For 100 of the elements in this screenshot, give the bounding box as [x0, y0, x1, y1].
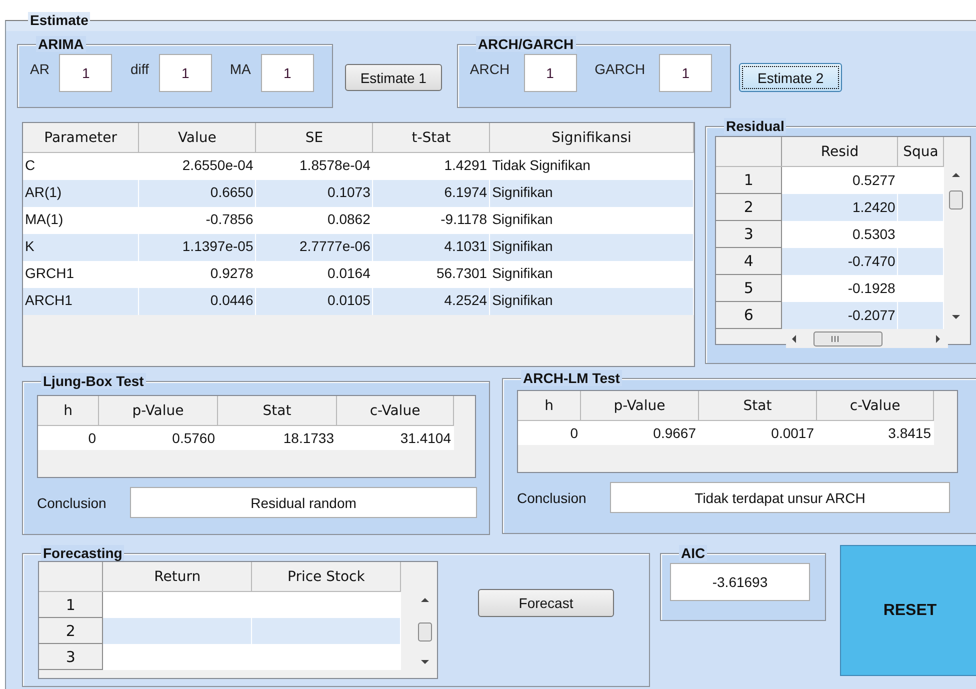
row-header[interactable]: 6 — [716, 302, 782, 328]
column-header[interactable]: h — [518, 391, 580, 420]
column-header[interactable]: h — [38, 396, 98, 426]
table-cell: 31.4104 — [336, 426, 454, 450]
table-cell: 0.1073 — [256, 180, 373, 206]
row-header[interactable]: 5 — [716, 274, 782, 302]
column-header[interactable]: Parameter — [23, 123, 139, 152]
column-header[interactable]: Return — [102, 562, 252, 592]
table-cell: 0.0446 — [138, 288, 256, 314]
group-title: ARCH/GARCH — [476, 36, 576, 52]
table-cell: 0.0164 — [256, 260, 373, 288]
table-cell: 1.8578e-04 — [256, 152, 373, 180]
table-cell: AR(1) — [23, 180, 139, 206]
table-cell: 1.1397e-05 — [138, 234, 256, 260]
column-header[interactable]: Stat — [698, 391, 816, 420]
input-field[interactable]: 1 — [260, 54, 314, 92]
group-title: AIC — [679, 545, 708, 561]
column-header[interactable]: Resid — [782, 137, 898, 166]
field-label: ARCH — [470, 61, 510, 77]
field-label: AR — [30, 61, 50, 77]
table-cell: -0.7470 — [782, 248, 898, 274]
column-header[interactable]: t-Stat — [372, 123, 490, 152]
row-header[interactable]: 1 — [39, 592, 103, 618]
table-cell: 3.8415 — [816, 420, 934, 445]
table-cell: 1.4291 — [372, 152, 490, 180]
table-cell: 6.1974 — [372, 180, 490, 206]
table-cell: Signifikan — [490, 206, 694, 234]
input-field[interactable]: 1 — [524, 54, 577, 92]
column-header[interactable]: c-Value — [336, 396, 454, 426]
button[interactable]: Estimate 2 — [739, 63, 842, 92]
panel-title: Estimate — [28, 12, 90, 28]
button[interactable]: Estimate 1 — [344, 64, 442, 91]
table-cell: MA(1) — [23, 206, 139, 234]
table-cell — [898, 220, 944, 248]
table-cell: GRCH1 — [23, 260, 139, 288]
table-cell: ARCH1 — [23, 288, 139, 314]
row-header[interactable]: 4 — [716, 248, 782, 274]
table-cell — [898, 274, 944, 302]
table-cell: 0.5760 — [98, 426, 218, 450]
group-title: Residual — [724, 118, 786, 134]
output-field: -3.61693 — [670, 563, 810, 601]
table-cell: Signifikan — [490, 260, 694, 288]
table-cell — [898, 166, 944, 194]
table-cell: -9.1178 — [372, 206, 490, 234]
group-title: ARCH-LM Test — [521, 370, 622, 386]
row-header[interactable]: 2 — [716, 194, 782, 220]
table-cell: 2.7777e-06 — [256, 234, 373, 260]
column-header[interactable]: p-Value — [580, 391, 698, 420]
table-cell: Signifikan — [490, 288, 694, 314]
column-header[interactable]: Price Stock — [252, 562, 400, 592]
field-label: diff — [130, 61, 149, 77]
table-cell: 0.0105 — [256, 288, 373, 314]
table-cell: 0 — [518, 420, 580, 445]
group-title: Ljung-Box Test — [41, 373, 146, 389]
column-header[interactable]: c-Value — [816, 391, 934, 420]
output-field: Tidak terdapat unsur ARCH — [610, 482, 950, 513]
table-cell: Signifikan — [490, 234, 694, 260]
table-cell: 0.0862 — [256, 206, 373, 234]
column-header[interactable]: Value — [138, 123, 256, 152]
input-field[interactable]: 1 — [158, 54, 212, 92]
table-cell: 1.2420 — [782, 194, 898, 220]
reset-button[interactable]: RESET — [840, 545, 976, 676]
row-header[interactable]: 3 — [39, 644, 103, 670]
field-label: GARCH — [594, 61, 646, 77]
table-cell: 0.9278 — [138, 260, 256, 288]
table-cell: -0.1928 — [782, 274, 898, 302]
column-header[interactable]: p-Value — [98, 396, 218, 426]
input-field[interactable]: 1 — [659, 54, 712, 92]
input-field[interactable]: 1 — [59, 54, 112, 92]
field-label: Conclusion — [517, 490, 588, 506]
column-header[interactable]: Signifikansi — [490, 123, 694, 152]
table-cell: 0.5303 — [782, 220, 898, 248]
group-title: Forecasting — [41, 545, 124, 561]
table-cell: 4.1031 — [372, 234, 490, 260]
output-field: Residual random — [130, 487, 477, 518]
table-cell: 56.7301 — [372, 260, 490, 288]
table-cell: 0.5277 — [782, 166, 898, 194]
table-cell: 0.9667 — [580, 420, 698, 445]
field-label: MA — [230, 61, 251, 77]
table-cell: 0.6650 — [138, 180, 256, 206]
table-cell: 4.2524 — [372, 288, 490, 314]
column-header[interactable]: SE — [256, 123, 373, 152]
table-cell — [898, 194, 944, 220]
table-cell: 0.0017 — [698, 420, 816, 445]
table-cell — [898, 248, 944, 274]
column-header[interactable]: Squa — [898, 137, 944, 166]
forecast-button[interactable]: Forecast — [478, 589, 614, 617]
row-header[interactable]: 2 — [39, 618, 103, 644]
group-title: ARIMA — [36, 36, 86, 52]
table-cell: -0.2077 — [782, 302, 898, 328]
table-cell: C — [23, 152, 139, 180]
table-cell: K — [23, 234, 139, 260]
row-header[interactable]: 1 — [716, 166, 782, 194]
table-cell: Tidak Signifikan — [490, 152, 694, 180]
table-cell: 2.6550e-04 — [138, 152, 256, 180]
table-cell: Signifikan — [490, 180, 694, 206]
table-cell: 18.1733 — [218, 426, 336, 450]
column-header[interactable]: Stat — [218, 396, 336, 426]
row-header[interactable]: 3 — [716, 220, 782, 248]
field-label: Conclusion — [37, 494, 108, 510]
